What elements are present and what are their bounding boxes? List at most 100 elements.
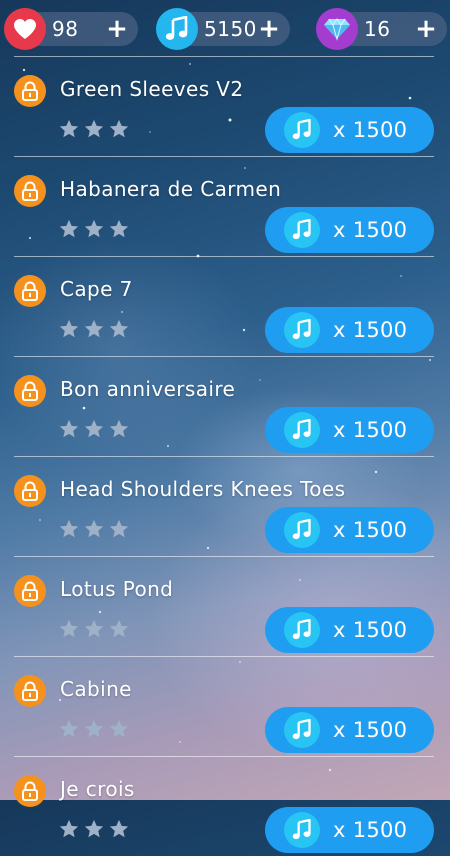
lock-icon [14,475,46,507]
song-list: Green Sleeves V2 x 1500 Habanera de Carm… [0,56,450,856]
star-empty-icon [109,719,129,738]
star-empty-icon [109,619,129,638]
music-note-icon [284,612,320,648]
unlock-price: x 1500 [333,818,408,842]
star-empty-icon [84,719,104,738]
song-row: Bon anniversaire x 1500 [0,356,450,456]
star-empty-icon [59,819,79,838]
song-title: Je crois [60,777,135,801]
lock-icon [14,75,46,107]
star-rating [58,318,138,340]
song-row: Je crois x 1500 [0,756,450,856]
unlock-song-button[interactable]: x 1500 [265,307,434,353]
song-title: Green Sleeves V2 [60,77,244,101]
star-rating [58,818,138,840]
lock-icon [14,375,46,407]
row-divider [14,156,434,157]
star-rating [58,518,138,540]
song-row: Habanera de Carmen x 1500 [0,156,450,256]
unlock-price: x 1500 [333,318,408,342]
star-empty-icon [109,519,129,538]
star-empty-icon [59,519,79,538]
star-empty-icon [84,319,104,338]
music-note-icon [284,312,320,348]
star-rating [58,718,138,740]
unlock-price: x 1500 [333,718,408,742]
music-note-icon [284,512,320,548]
unlock-song-button[interactable]: x 1500 [265,407,434,453]
song-row: Head Shoulders Knees Toes x 1500 [0,456,450,556]
star-empty-icon [59,719,79,738]
lock-icon [14,575,46,607]
star-empty-icon [109,119,129,138]
star-rating [58,118,138,140]
unlock-song-button[interactable]: x 1500 [265,607,434,653]
star-empty-icon [109,819,129,838]
unlock-price: x 1500 [333,618,408,642]
star-empty-icon [109,319,129,338]
star-empty-icon [59,419,79,438]
song-title: Head Shoulders Knees Toes [60,477,346,501]
unlock-price: x 1500 [333,418,408,442]
song-title: Habanera de Carmen [60,177,282,201]
star-empty-icon [59,319,79,338]
star-empty-icon [59,619,79,638]
lock-icon [14,175,46,207]
row-divider [14,356,434,357]
star-empty-icon [59,119,79,138]
star-empty-icon [84,619,104,638]
heart-icon [4,8,46,50]
song-row: Green Sleeves V2 x 1500 [0,56,450,156]
music-note-icon [284,812,320,848]
row-divider [14,56,434,57]
diamond-icon [316,8,358,50]
song-row: Cabine x 1500 [0,656,450,756]
unlock-song-button[interactable]: x 1500 [265,807,434,853]
star-empty-icon [84,219,104,238]
unlock-price: x 1500 [333,518,408,542]
star-empty-icon [109,219,129,238]
star-rating [58,618,138,640]
add-hearts-button[interactable]: + [106,16,128,42]
lock-icon [14,275,46,307]
music-note-icon [156,8,198,50]
row-divider [14,456,434,457]
star-empty-icon [84,819,104,838]
currency-bar: 98 + 5150 + 16 + [0,0,450,56]
gems-counter: 16 + [316,8,447,50]
unlock-song-button[interactable]: x 1500 [265,507,434,553]
star-empty-icon [84,519,104,538]
song-row: Lotus Pond x 1500 [0,556,450,656]
music-note-icon [284,212,320,248]
lock-icon [14,775,46,807]
star-empty-icon [109,419,129,438]
star-empty-icon [59,219,79,238]
unlock-price: x 1500 [333,118,408,142]
music-note-icon [284,112,320,148]
unlock-song-button[interactable]: x 1500 [265,107,434,153]
hearts-count: 98 [52,17,79,41]
song-title: Lotus Pond [60,577,174,601]
song-title: Cape 7 [60,277,133,301]
music-note-icon [284,412,320,448]
star-empty-icon [84,419,104,438]
row-divider [14,656,434,657]
unlock-price: x 1500 [333,218,408,242]
lock-icon [14,675,46,707]
row-divider [14,256,434,257]
gems-count: 16 [364,17,391,41]
star-rating [58,418,138,440]
unlock-song-button[interactable]: x 1500 [265,207,434,253]
song-title: Bon anniversaire [60,377,236,401]
add-notes-button[interactable]: + [258,16,280,42]
song-title: Cabine [60,677,132,701]
music-note-icon [284,712,320,748]
song-row: Cape 7 x 1500 [0,256,450,356]
star-empty-icon [84,119,104,138]
row-divider [14,556,434,557]
add-gems-button[interactable]: + [415,16,437,42]
row-divider [14,756,434,757]
notes-count: 5150 [204,17,257,41]
unlock-song-button[interactable]: x 1500 [265,707,434,753]
notes-counter: 5150 + [156,8,290,50]
